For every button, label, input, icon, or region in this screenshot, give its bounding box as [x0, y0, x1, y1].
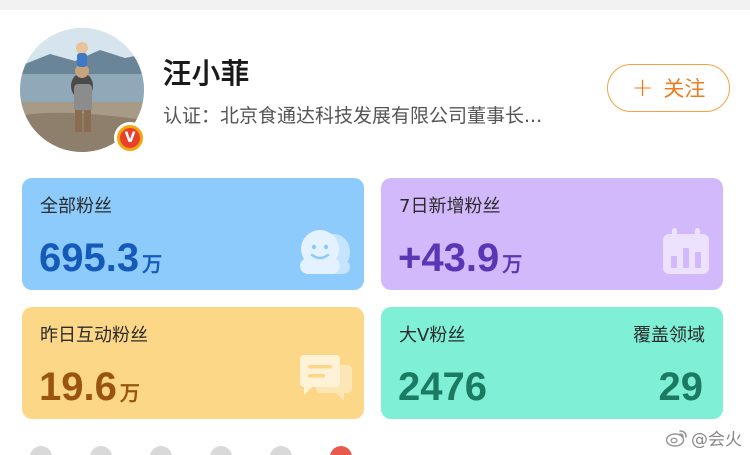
plus-icon: +: [631, 73, 654, 103]
calendar-chart-icon: [661, 228, 711, 280]
weibo-logo-icon: [666, 429, 687, 447]
stat-unit: 万: [502, 254, 523, 276]
bottom-avatar-row: [30, 446, 352, 455]
watermark: @会火: [666, 425, 742, 450]
stat-value: +43.9 万: [398, 238, 522, 278]
stat-label: 大V粉丝: [399, 325, 466, 346]
stat-number: 2476: [398, 365, 487, 409]
stat-unit: 万: [119, 383, 140, 405]
stat-card-big-v-fans[interactable]: 大V粉丝 覆盖领域 2476 29: [381, 307, 723, 419]
top-divider: [0, 0, 750, 10]
users-icon: [296, 228, 352, 280]
follow-label: 关注: [663, 77, 706, 101]
profile-name: 汪小菲: [163, 57, 251, 90]
avatar-thumb[interactable]: [270, 446, 292, 455]
avatar-thumb[interactable]: [330, 446, 352, 455]
avatar-thumb[interactable]: [210, 446, 232, 455]
stat-value: 19.6 万: [39, 367, 140, 407]
stat-label-coverage: 覆盖领域: [633, 325, 705, 346]
stat-unit: 万: [142, 254, 163, 276]
stat-number: 695.3: [39, 236, 140, 280]
follow-button[interactable]: + 关注: [607, 64, 730, 112]
stat-number: 19.6: [39, 365, 117, 409]
stat-card-new-fans[interactable]: 7日新增粉丝 +43.9 万: [381, 178, 723, 290]
stat-number: +43.9: [398, 236, 500, 280]
stat-label: 7日新增粉丝: [399, 196, 501, 217]
stat-value: 695.3 万: [39, 238, 162, 278]
verified-letter: V: [120, 128, 140, 148]
stat-card-all-fans[interactable]: 全部粉丝 695.3 万: [22, 178, 364, 290]
verified-badge-icon: V: [114, 122, 146, 154]
chat-icon: [298, 355, 352, 409]
stat-value-coverage: 29: [658, 365, 704, 409]
stat-value: 2476: [398, 367, 487, 407]
verification-text: 认证：北京食通达科技发展有限公司董事长...: [163, 105, 543, 127]
avatar-thumb[interactable]: [90, 446, 112, 455]
avatar-thumb[interactable]: [30, 446, 52, 455]
watermark-text: @会火: [691, 430, 742, 450]
stat-card-interactive-fans[interactable]: 昨日互动粉丝 19.6 万: [22, 307, 364, 419]
stat-label: 全部粉丝: [40, 196, 112, 217]
stat-label: 昨日互动粉丝: [40, 325, 148, 346]
avatar-thumb[interactable]: [150, 446, 172, 455]
